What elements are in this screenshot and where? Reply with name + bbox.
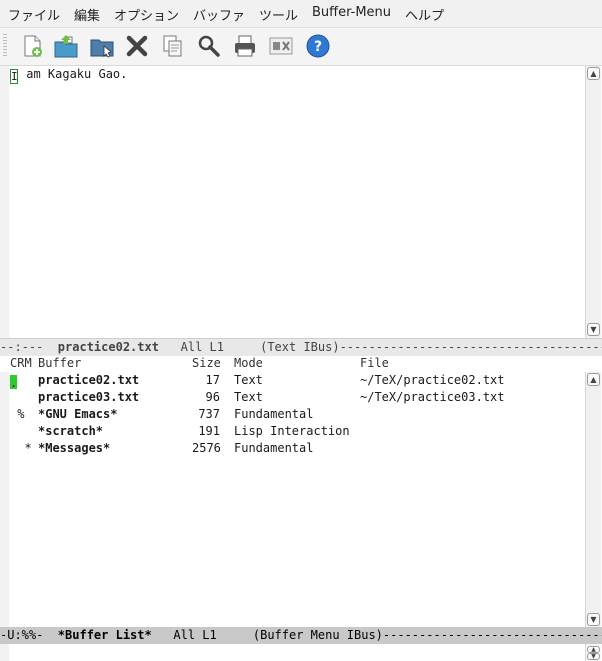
menu-help[interactable]: ヘルプ [405,5,444,24]
left-fringe [0,66,9,338]
left-fringe [0,644,9,661]
cut-icon[interactable] [268,33,294,59]
header-crm: CRM [10,356,32,370]
current-buffer-marker: . [10,375,18,390]
new-file-icon[interactable] [19,33,45,59]
buffer-file: ~/TeX/practice02.txt [360,373,505,387]
svg-text:?: ? [314,39,322,55]
menu-buffers[interactable]: バッファ [193,5,245,24]
buffer-mode: Fundamental [234,441,314,455]
buffer-size: 96 [205,390,220,404]
help-icon[interactable]: ? [305,33,331,59]
buffer-mode: Fundamental [234,407,314,421]
buffer-size: 2576 [192,441,221,455]
header-file[interactable]: File [360,355,389,372]
close-icon[interactable] [124,33,150,59]
buffer-name[interactable]: *GNU Emacs* [38,406,117,423]
scroll-up-icon[interactable]: ▲ [587,646,600,653]
editor-window[interactable]: I am Kagaku Gao. ▲ ▼ [0,66,602,338]
buffer-name[interactable]: *Messages* [38,440,110,457]
search-icon[interactable] [196,33,222,59]
menu-edit[interactable]: 編集 [74,5,100,24]
menu-tools[interactable]: ツール [259,5,298,24]
menu-buffer-menu[interactable]: Buffer-Menu [312,5,391,20]
buffer-flags: * [10,441,32,455]
buffer-size: 737 [198,407,220,421]
top-mode-line: --:--- practice02.txt All L1 (Text IBus)… [0,338,602,356]
print-icon[interactable] [232,33,258,59]
save-icon[interactable] [160,33,186,59]
table-row[interactable]: practice03.txt 96 Text ~/TeX/practice03.… [0,389,585,406]
mode-line-buffer-name: practice02.txt [57,340,159,354]
header-size[interactable]: Size [192,355,221,372]
menu-bar: ファイル 編集 オプション バッファ ツール Buffer-Menu ヘルプ [0,0,602,28]
buffer-size: 17 [205,373,220,387]
buffer-mode: Text [234,373,263,387]
toolbar-grip[interactable] [3,34,7,58]
header-buffer[interactable]: Buffer [38,355,81,372]
mode-line-buffer-name: *Buffer List* [57,628,152,642]
buffer-list-window[interactable]: . practice02.txt 17 Text ~/TeX/practice0… [0,372,602,628]
table-row[interactable]: . practice02.txt 17 Text ~/TeX/practice0… [0,372,585,390]
header-mode[interactable]: Mode [234,355,263,372]
buffer-list-header: CRM Buffer Size Mode File [0,355,602,372]
text-line: I am Kagaku Gao. [10,66,128,84]
scroll-down-icon[interactable]: ▼ [587,323,600,336]
buffer-size: 191 [198,424,220,438]
table-row[interactable]: % *GNU Emacs* 737 Fundamental [0,406,585,423]
scroll-down-icon[interactable]: ▼ [587,653,600,660]
menu-file[interactable]: ファイル [8,5,60,24]
open-directory-icon[interactable] [89,33,115,59]
buffer-mode: Lisp Interaction [234,424,350,438]
open-file-icon[interactable] [53,33,79,59]
menu-options[interactable]: オプション [114,5,179,24]
table-row[interactable]: * *Messages* 2576 Fundamental [0,440,585,457]
buffer-name[interactable]: practice02.txt [38,372,139,389]
echo-area[interactable]: ▲ ▼ [0,644,602,661]
editor-scrollbar[interactable]: ▲ ▼ [585,66,601,338]
buffer-file: ~/TeX/practice03.txt [360,390,505,404]
scroll-up-icon[interactable]: ▲ [587,67,600,80]
bottom-mode-line: -U:%%- *Buffer List* All L1 (Buffer Menu… [0,627,602,644]
buffer-list-scrollbar[interactable]: ▲ ▼ [585,372,601,628]
tool-bar: ? [0,28,602,66]
table-row[interactable]: *scratch* 191 Lisp Interaction [0,423,585,440]
text-cursor: I [10,69,18,84]
echo-area-scrollbar[interactable]: ▲ ▼ [585,644,601,661]
buffer-flags: % [10,407,25,421]
editor-text: am Kagaku Gao. [26,67,128,81]
buffer-name[interactable]: practice03.txt [38,389,139,406]
scroll-down-icon[interactable]: ▼ [587,613,600,626]
buffer-name[interactable]: *scratch* [38,423,103,440]
scroll-up-icon[interactable]: ▲ [587,373,600,386]
buffer-mode: Text [234,390,263,404]
